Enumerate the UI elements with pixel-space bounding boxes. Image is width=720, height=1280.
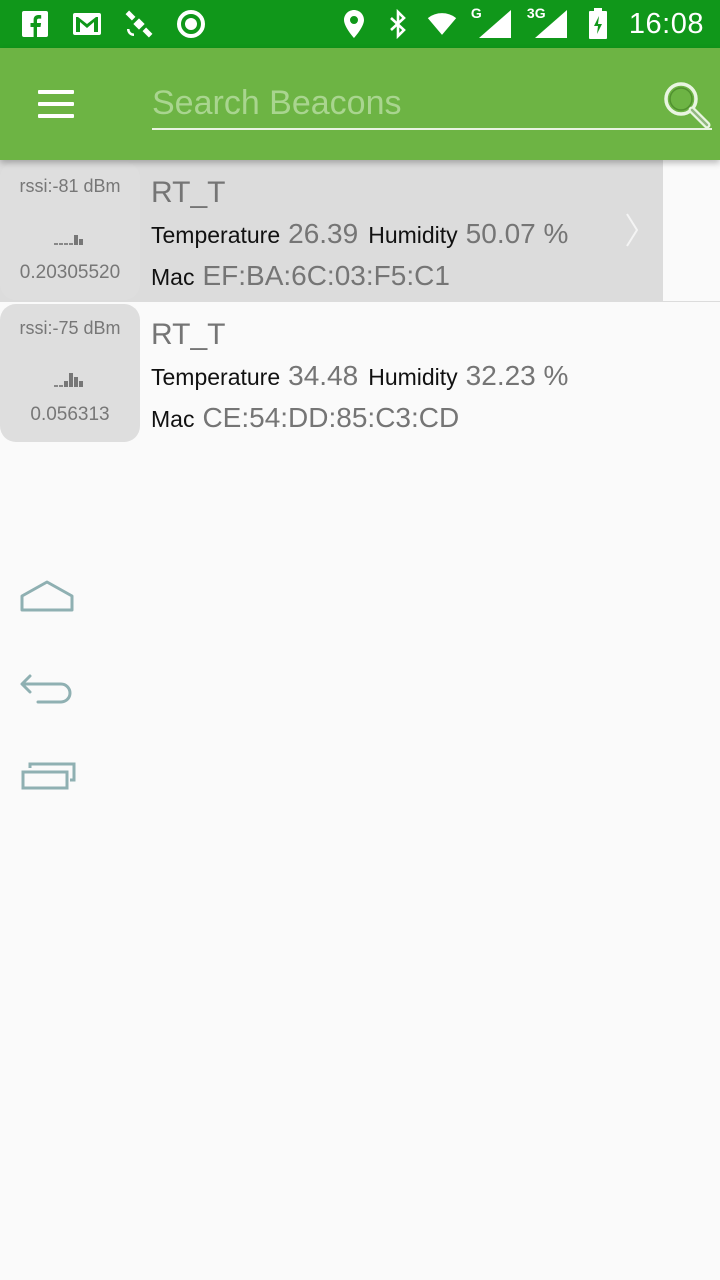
chevron-right-icon [626, 213, 639, 247]
temperature-label: Temperature [151, 364, 281, 390]
app-toolbar [0, 48, 720, 160]
temperature-label: Temperature [151, 222, 281, 248]
back-icon [20, 674, 72, 704]
recents-icon [21, 762, 76, 790]
home-button[interactable] [18, 578, 76, 618]
humidity-value: 50.07 % [465, 218, 569, 249]
clock: 16:08 [628, 7, 704, 40]
beacon-name: RT_T [151, 318, 226, 351]
signal-badge: rssi:-75 dBm 0.056313 [0, 304, 140, 442]
location-icon [339, 9, 369, 39]
signal-bars-icon [54, 373, 83, 387]
humidity-label: Humidity [368, 222, 458, 248]
search-button[interactable] [660, 78, 714, 132]
signal-badge: rssi:-81 dBm 0.20305520 [0, 162, 140, 300]
mac-value: EF:BA:6C:03:F5:C1 [202, 260, 450, 291]
back-button[interactable] [18, 666, 76, 706]
battery-charging-icon [583, 8, 613, 39]
mac-line: Mac EF:BA:6C:03:F5:C1 [151, 260, 460, 292]
humidity-value: 32.23 % [465, 360, 569, 391]
mac-label: Mac [151, 264, 195, 290]
rssi-value: rssi:-81 dBm [19, 176, 121, 196]
bluetooth-icon [383, 9, 413, 39]
temperature-value: 26.39 [288, 218, 359, 249]
beacon-list: rssi:-81 dBm 0.20305520 RT_T Temperature… [0, 160, 720, 443]
temperature-value: 34.48 [288, 360, 359, 391]
rssi-value: rssi:-75 dBm [19, 318, 121, 338]
notification-icons [20, 8, 206, 40]
hamburger-icon [38, 90, 74, 94]
readings-line: Temperature 26.39 Humidity 50.07 % [151, 218, 578, 250]
status-bar: G 3G 16:08 [0, 0, 720, 48]
readings-line: Temperature 34.48 Humidity 32.23 % [151, 360, 578, 392]
gmail-icon [72, 9, 102, 39]
mac-value: CE:54:DD:85:C3:CD [202, 402, 460, 433]
system-icons: G 3G 16:08 [339, 5, 704, 42]
sync-icon [176, 9, 206, 39]
beacon-name: RT_T [151, 176, 226, 209]
mac-line: Mac CE:54:DD:85:C3:CD [151, 402, 469, 434]
signal-icon: G [471, 5, 513, 39]
mac-label: Mac [151, 406, 195, 432]
signal-icon: 3G [527, 5, 569, 39]
wifi-icon [427, 9, 457, 39]
distance-value: 0.056313 [30, 404, 110, 425]
search-input[interactable] [152, 78, 712, 130]
beacon-list-item[interactable]: rssi:-81 dBm 0.20305520 RT_T Temperature… [0, 160, 720, 302]
distance-value: 0.20305520 [19, 262, 121, 283]
recents-button[interactable] [18, 758, 76, 798]
facebook-icon [20, 9, 50, 39]
search-icon [664, 82, 711, 129]
menu-button[interactable] [28, 84, 84, 124]
satellite-icon [124, 9, 154, 39]
beacon-list-item[interactable]: rssi:-75 dBm 0.056313 RT_T Temperature 34… [0, 302, 720, 443]
home-icon [20, 580, 74, 612]
humidity-label: Humidity [368, 364, 458, 390]
signal-bars-icon [54, 235, 83, 245]
